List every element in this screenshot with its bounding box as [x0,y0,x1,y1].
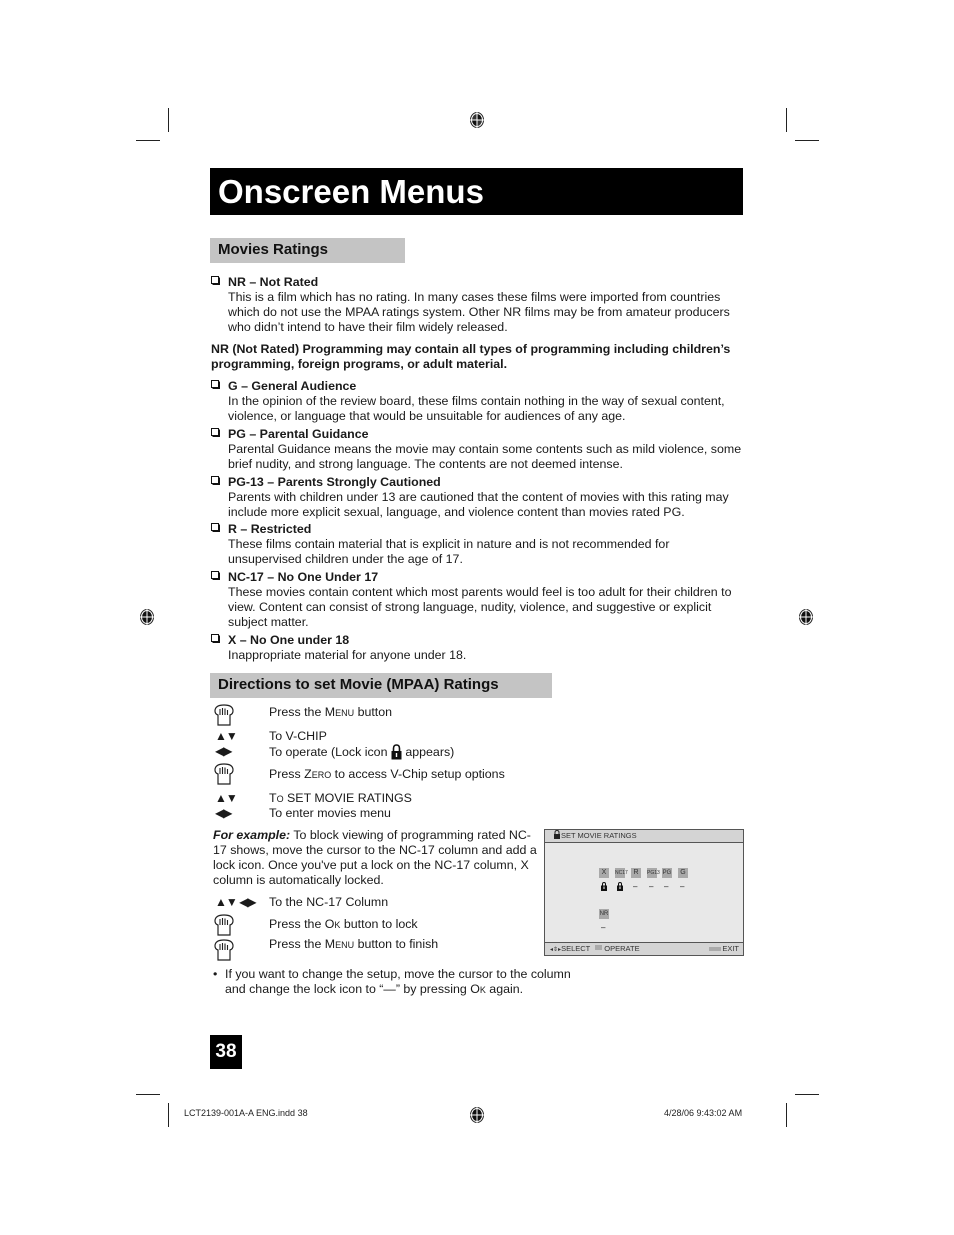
left-right-arrows-icon: ◀▶ [215,806,232,820]
section-heading-directions: Directions to set Movie (MPAA) Ratings [210,673,552,698]
rating-description: Parents with children under 13 are cauti… [228,490,729,519]
section-heading-text: Movies Ratings [218,241,329,258]
rating-state-nr: – [601,923,606,932]
ok-key-icon: OK [595,945,603,950]
rating-title: X – No One under 18 [228,633,350,647]
lock-icon [601,882,607,891]
up-down-arrows-icon: ▲▼ [215,729,238,743]
hand-press-icon [214,704,234,726]
rating-title: G – General Audience [228,379,357,393]
rating-title: R – Restricted [228,522,312,536]
step-text: To enter movies menu [269,806,391,820]
rating-column-nr[interactable]: NR [599,909,609,919]
checkbox-bullet-icon [211,276,220,285]
rating-title: NR – Not Rated [228,275,319,289]
rating-item-x: X – No One under 18 Inappropriate materi… [211,633,746,665]
all-arrows-icon: ▲▼ ◀▶ [215,895,257,909]
rating-state-pg13: – [649,882,654,891]
bullet-dot: • [213,967,218,981]
lock-icon [391,744,402,760]
rating-column-x[interactable]: X [599,868,609,878]
lock-icon [617,882,623,891]
crop-mark [786,1103,787,1127]
page-title-bar: Onscreen Menus [210,168,743,215]
crop-mark [795,1094,819,1095]
step-text: To V-CHIP [269,729,327,743]
rating-title: NC-17 – No One Under 17 [228,570,379,584]
crop-mark [136,140,160,141]
registration-mark-icon [469,1106,485,1124]
checkbox-bullet-icon [211,571,220,580]
registration-mark-icon [469,111,485,129]
checkbox-bullet-icon [211,380,220,389]
menu-key-icon: MENU [709,947,721,951]
left-right-arrows-icon: ◀▶ [215,744,232,758]
nr-programming-note: NR (Not Rated) Programming may contain a… [211,342,731,371]
rating-description: In the opinion of the review board, thes… [228,394,725,423]
rating-state-g: – [680,882,685,891]
rating-description: Inappropriate material for anyone under … [228,648,467,662]
crop-mark [795,140,819,141]
rating-title: PG – Parental Guidance [228,427,369,441]
page-number: 38 [210,1035,242,1069]
rating-state-r: – [633,882,638,891]
rating-description: These films contain material that is exp… [228,537,670,566]
rating-column-nc17[interactable]: NC17 [615,868,628,878]
registration-mark-icon [798,608,814,626]
crop-mark [168,1103,169,1127]
hand-press-icon [214,763,234,785]
step-text: To the NC-17 Column [269,895,389,909]
checkbox-bullet-icon [211,634,220,643]
checkbox-bullet-icon [211,523,220,532]
screen-footer: ◂⇕▸SELECT OK OPERATE MENU EXIT [545,942,743,955]
step-text: Press Zero to access V-Chip setup option… [269,767,505,781]
rating-item-nr: NR – Not Rated This is a film which has … [211,275,746,337]
step-text: Press the Ok button to lock [269,917,418,931]
rating-item-pg13: PG-13 – Parents Strongly Cautioned Paren… [211,475,746,521]
checkbox-bullet-icon [211,476,220,485]
rating-description: Parental Guidance means the movie may co… [228,442,742,471]
navigation-arrows-icon: ◂⇕▸ [550,947,562,953]
rating-column-g[interactable]: G [678,868,688,878]
rating-column-pg13[interactable]: PG13 [647,868,660,878]
rating-description: These movies contain content which most … [228,585,732,629]
hand-press-icon [214,914,234,936]
crop-mark [136,1094,160,1095]
rating-state-pg: – [664,882,669,891]
step-text: To SET MOVIE RATINGS [269,791,412,805]
crop-mark [786,108,787,132]
screen-title-bar: SET MOVIE RATINGS [545,829,743,843]
step-text: To operate (Lock icon appears) [269,744,455,760]
rating-item-r: R – Restricted These films contain mater… [211,522,746,568]
rating-title: PG-13 – Parents Strongly Cautioned [228,475,441,489]
screen-title: SET MOVIE RATINGS [561,831,637,840]
print-footer-file: LCT2139-001A-A ENG.indd 38 [184,1108,308,1118]
example-paragraph: For example: To block viewing of program… [213,828,537,887]
set-movie-ratings-screen: SET MOVIE RATINGS X NC17 R PG13 PG G – –… [544,829,744,956]
print-footer-timestamp: 4/28/06 9:43:02 AM [664,1108,743,1118]
crop-mark [168,108,169,132]
rating-item-pg: PG – Parental Guidance Parental Guidance… [211,427,746,473]
change-setup-note: If you want to change the setup, move th… [225,967,571,996]
section-heading-text: Directions to set Movie (MPAA) Ratings [218,676,499,693]
hand-press-icon [214,939,234,961]
step-text: Press the Menu button [269,705,393,719]
page-title: Onscreen Menus [218,173,484,210]
lock-icon [554,829,560,839]
rating-column-r[interactable]: R [631,868,641,878]
rating-item-g: G – General Audience In the opinion of t… [211,379,746,425]
checkbox-bullet-icon [211,428,220,437]
section-heading-movies-ratings: Movies Ratings [210,238,405,263]
rating-column-pg[interactable]: PG [662,868,672,878]
rating-item-nc17: NC-17 – No One Under 17 These movies con… [211,570,746,632]
registration-mark-icon [139,608,155,626]
up-down-arrows-icon: ▲▼ [215,791,238,805]
rating-description: This is a film which has no rating. In m… [228,290,730,334]
step-text: Press the Menu button to finish [269,937,439,951]
